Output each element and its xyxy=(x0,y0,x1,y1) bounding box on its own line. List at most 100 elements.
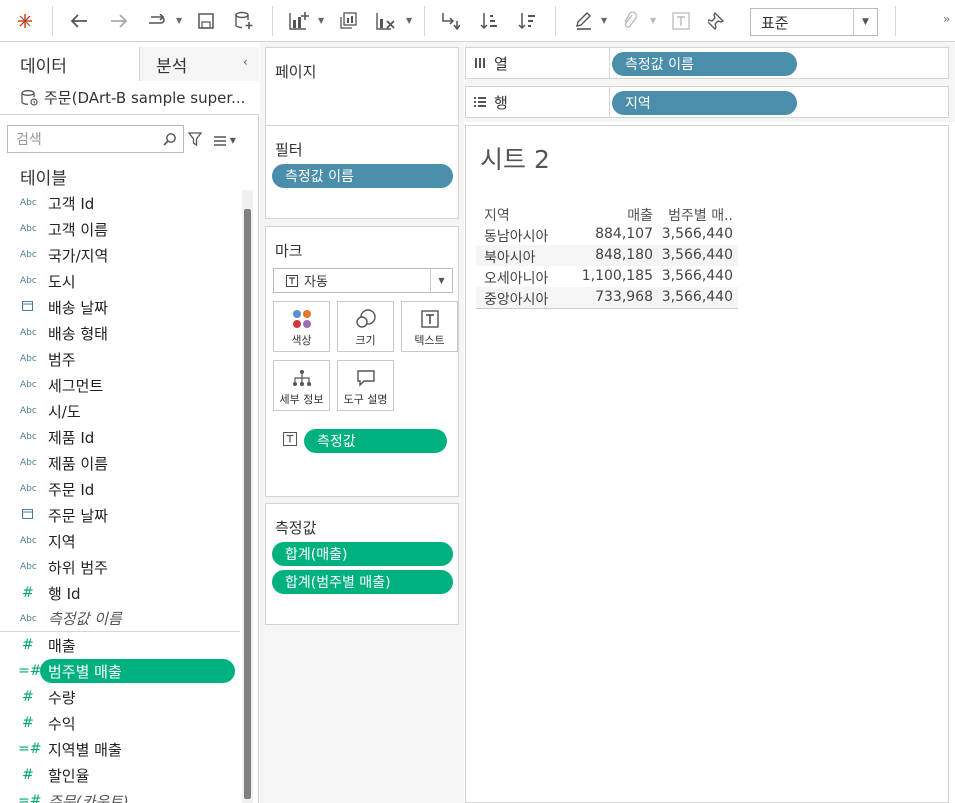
new-sheet-icon[interactable] xyxy=(287,10,311,32)
column-header[interactable]: 범주별 매.. xyxy=(668,205,733,225)
string-type-icon: Abc xyxy=(20,613,37,624)
group-icon[interactable] xyxy=(620,10,640,32)
text-mark-icon xyxy=(286,274,298,287)
filter-pill-measure-names[interactable]: 측정값 이름 xyxy=(272,164,453,188)
columns-pill-measure-names[interactable]: 측정값 이름 xyxy=(612,52,797,76)
field-item[interactable]: # 할인율 xyxy=(0,762,240,788)
table-row[interactable]: 오세아니아 1,100,185 3,566,440 xyxy=(476,266,738,287)
replay-dropdown-icon[interactable]: ▼ xyxy=(176,16,182,25)
field-item[interactable]: # 매출 xyxy=(0,632,240,658)
filters-card[interactable]: 필터 측정값 이름 xyxy=(265,125,459,219)
clear-sheet-icon[interactable] xyxy=(374,10,398,32)
field-label: 세그먼트 xyxy=(48,376,104,395)
tableau-logo-icon[interactable] xyxy=(14,10,36,32)
measure-values-card: 측정값 합계(매출) 합계(범주별 매출) xyxy=(265,503,459,625)
tab-data[interactable]: 데이터 xyxy=(0,47,140,81)
field-item[interactable]: # 수량 xyxy=(0,684,240,710)
pin-icon[interactable] xyxy=(707,10,727,32)
highlight-dropdown-icon[interactable]: ▼ xyxy=(601,16,607,25)
datasource-item[interactable]: 주문(DArt-B sample super... xyxy=(0,81,259,115)
chevron-down-icon[interactable]: ▼ xyxy=(430,269,452,292)
number-type-icon: # xyxy=(22,689,34,705)
field-item[interactable]: =# 주문(카운트) xyxy=(0,788,240,803)
field-item[interactable]: Abc 고객 이름 xyxy=(0,216,240,242)
number-type-icon: # xyxy=(22,715,34,731)
field-item[interactable]: # 수익 xyxy=(0,710,240,736)
field-item[interactable]: =# 지역별 매출 xyxy=(0,736,240,762)
highlight-icon[interactable] xyxy=(574,10,594,32)
filters-card-title: 필터 xyxy=(275,141,303,159)
field-item[interactable]: Abc 배송 형태 xyxy=(0,320,240,346)
table-row[interactable]: 북아시아 848,180 3,566,440 xyxy=(476,245,738,266)
fit-standard-select[interactable]: 표준 ▼ xyxy=(750,8,878,36)
search-icon[interactable] xyxy=(163,132,177,150)
field-item[interactable]: Abc 하위 범주 xyxy=(0,554,240,580)
table-row[interactable]: 동남아시아 884,107 3,566,440 xyxy=(476,224,738,245)
field-label: 범주별 매출 xyxy=(48,662,122,681)
color-button[interactable]: 색상 xyxy=(273,301,330,352)
field-item[interactable]: Abc 세그먼트 xyxy=(0,372,240,398)
collapse-pane-icon[interactable]: ‹ xyxy=(243,55,248,69)
field-item[interactable]: 주문 날짜 xyxy=(0,502,240,528)
more-icon[interactable]: » xyxy=(943,12,950,26)
field-item[interactable]: Abc 주문 Id xyxy=(0,476,240,502)
size-label: 크기 xyxy=(355,334,376,347)
sort-descending-icon[interactable] xyxy=(516,10,538,32)
field-item[interactable]: Abc 고객 Id xyxy=(0,190,240,216)
replay-icon[interactable] xyxy=(144,10,168,32)
field-item[interactable]: Abc 제품 이름 xyxy=(0,450,240,476)
view-canvas[interactable]: 시트 2 지역 매출 범주별 매.. 동남아시아 884,107 3,566,4… xyxy=(465,125,949,803)
field-item[interactable]: Abc 측정값 이름 xyxy=(0,606,240,632)
field-item[interactable]: =# 범주별 매출 xyxy=(0,658,240,684)
field-item[interactable]: 배송 날짜 xyxy=(0,294,240,320)
chevron-down-icon[interactable]: ▼ xyxy=(853,9,877,35)
filter-icon[interactable] xyxy=(187,131,203,150)
tab-analysis[interactable]: 분석 xyxy=(156,47,187,81)
scrollbar-thumb[interactable] xyxy=(244,209,251,799)
redo-icon[interactable] xyxy=(108,10,130,32)
group-dropdown-icon[interactable]: ▼ xyxy=(650,16,656,25)
number-type-icon: # xyxy=(22,767,34,783)
tooltip-button[interactable]: 도구 설명 xyxy=(337,360,394,411)
show-labels-icon[interactable] xyxy=(671,10,691,32)
measure-pill-sum-sales[interactable]: 합계(매출) xyxy=(272,542,453,566)
table-cell: 3,566,440 xyxy=(661,268,733,284)
detail-icon xyxy=(292,365,312,391)
row-header: 중앙아시아 xyxy=(484,292,549,308)
measure-pill-sum-category-sales[interactable]: 합계(범주별 매출) xyxy=(272,570,453,594)
undo-icon[interactable] xyxy=(68,10,90,32)
field-item[interactable]: Abc 범주 xyxy=(0,346,240,372)
field-label: 행 Id xyxy=(48,584,81,603)
field-item[interactable]: Abc 지역 xyxy=(0,528,240,554)
marks-pill-measure-values[interactable]: 측정값 xyxy=(304,429,447,453)
save-icon[interactable] xyxy=(196,10,216,32)
toolbar-separator xyxy=(555,6,556,36)
field-item[interactable]: Abc 도시 xyxy=(0,268,240,294)
calculated-field-icon: =# xyxy=(18,663,42,679)
mark-type-select[interactable]: 자동 ▼ xyxy=(273,268,453,293)
field-item[interactable]: # 행 Id xyxy=(0,580,240,606)
columns-shelf[interactable]: 열 측정값 이름 xyxy=(465,47,949,79)
string-type-icon: Abc xyxy=(20,198,37,208)
size-button[interactable]: 크기 xyxy=(337,301,394,352)
swap-rows-columns-icon[interactable] xyxy=(439,10,461,32)
field-item[interactable]: Abc 제품 Id xyxy=(0,424,240,450)
clear-dropdown-icon[interactable]: ▼ xyxy=(406,16,412,25)
new-sheet-dropdown-icon[interactable]: ▼ xyxy=(318,16,324,25)
new-datasource-icon[interactable] xyxy=(233,10,255,32)
field-item[interactable]: Abc 국가/지역 xyxy=(0,242,240,268)
table-row[interactable]: 중앙아시아 733,968 3,566,440 xyxy=(476,287,738,308)
rows-pill-region[interactable]: 지역 xyxy=(612,91,797,115)
detail-label: 세부 정보 xyxy=(279,393,324,406)
search-input[interactable]: 검색 xyxy=(7,125,184,153)
detail-button[interactable]: 세부 정보 xyxy=(273,360,330,411)
sort-ascending-icon[interactable] xyxy=(478,10,500,32)
label-button[interactable]: 텍스트 xyxy=(401,301,458,352)
duplicate-sheet-icon[interactable] xyxy=(337,10,359,32)
view-options-icon[interactable]: ▾ xyxy=(214,133,236,147)
column-header[interactable]: 지역 xyxy=(484,205,510,225)
table-cell: 3,566,440 xyxy=(661,226,733,242)
field-item[interactable]: Abc 시/도 xyxy=(0,398,240,424)
rows-shelf[interactable]: 행 지역 xyxy=(465,86,949,118)
column-header[interactable]: 매출 xyxy=(627,205,653,225)
